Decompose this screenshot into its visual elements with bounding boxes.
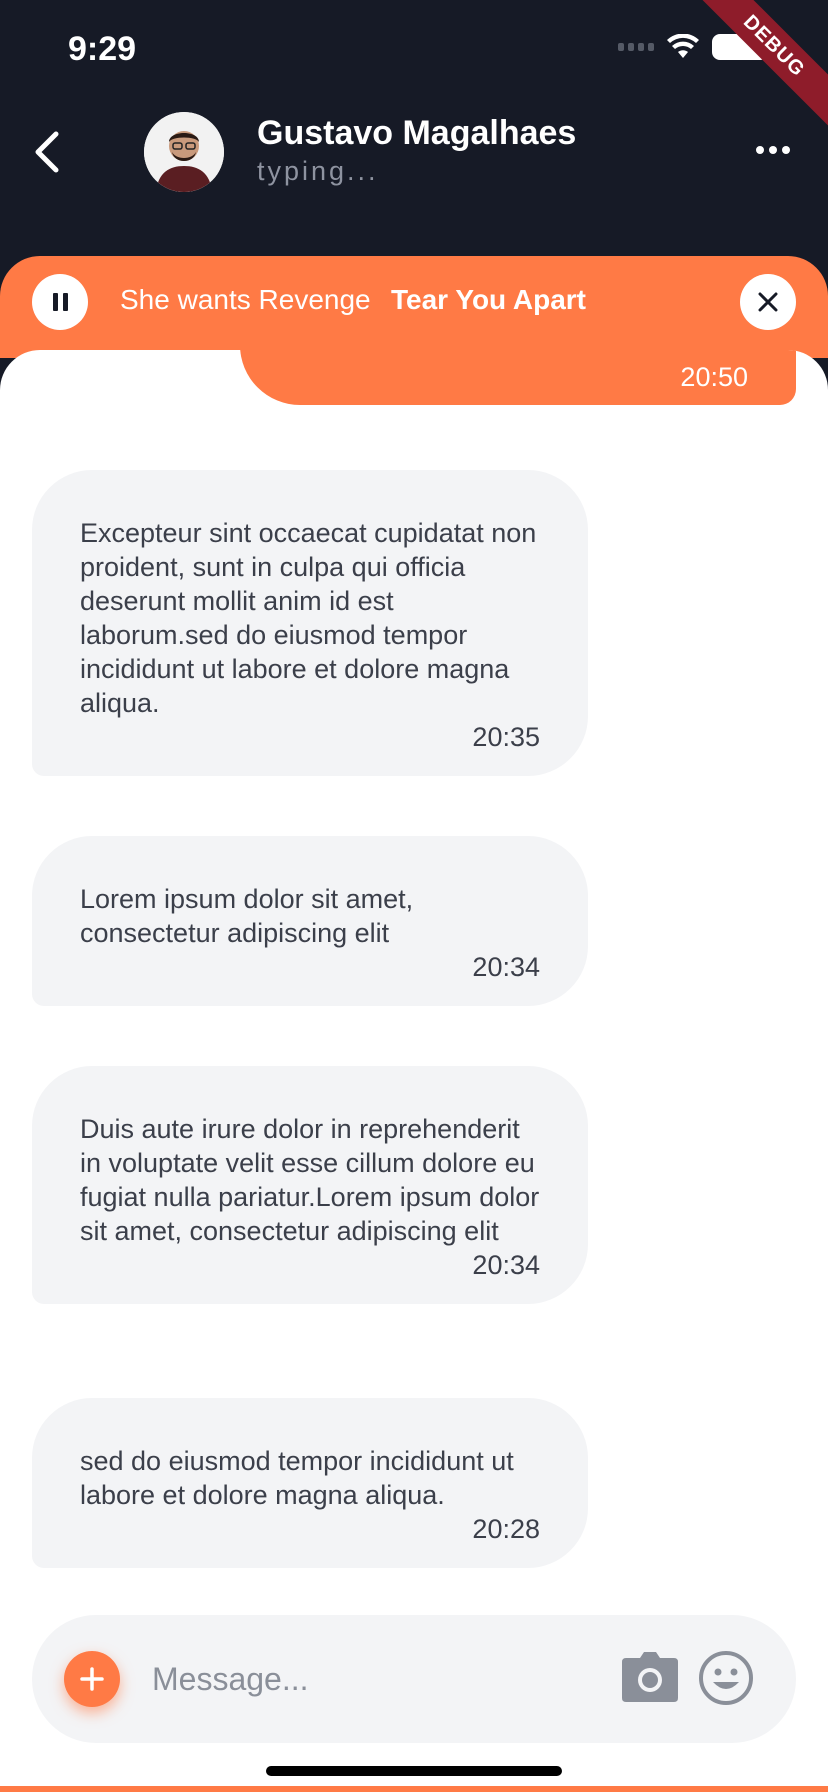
message-input[interactable] bbox=[152, 1645, 622, 1713]
pause-button[interactable] bbox=[32, 274, 88, 330]
chevron-left-icon bbox=[35, 131, 59, 173]
message-time: 20:28 bbox=[472, 1514, 540, 1544]
message-time: 20:50 bbox=[680, 362, 748, 392]
emoji-icon bbox=[699, 1651, 753, 1705]
message-list[interactable]: 20:50 Excepteur sint occaecat cupidatat … bbox=[0, 350, 828, 1792]
contact-name: Gustavo Magalhaes bbox=[257, 114, 577, 152]
message-text: Excepteur sint occaecat cupidatat non pr… bbox=[80, 518, 537, 718]
chat-header: 9:29 DEBUG Gustavo Magalhaes typing... bbox=[0, 0, 828, 270]
more-dot-icon bbox=[782, 146, 790, 154]
now-playing-bar[interactable]: She wants Revenge Tear You Apart bbox=[0, 256, 828, 358]
message-time: 20:34 bbox=[472, 952, 540, 982]
received-message-bubble[interactable]: sed do eiusmod tempor incididunt ut labo… bbox=[32, 1398, 588, 1568]
message-time: 20:35 bbox=[472, 722, 540, 752]
more-options-button[interactable] bbox=[756, 146, 790, 154]
home-indicator bbox=[266, 1766, 562, 1776]
status-time: 9:29 bbox=[68, 30, 137, 68]
pause-icon bbox=[62, 293, 68, 311]
debug-banner: DEBUG bbox=[690, 0, 828, 130]
more-dot-icon bbox=[769, 146, 777, 154]
close-player-button[interactable] bbox=[740, 274, 796, 330]
close-icon bbox=[758, 292, 778, 312]
contact-status: typing... bbox=[257, 156, 379, 186]
more-dot-icon bbox=[756, 146, 764, 154]
signal-icon bbox=[618, 43, 654, 51]
pause-icon bbox=[52, 293, 58, 311]
add-attachment-button[interactable] bbox=[64, 1651, 120, 1707]
wifi-icon bbox=[667, 34, 699, 58]
bottom-accent-bar bbox=[0, 1786, 828, 1792]
back-button[interactable] bbox=[26, 126, 66, 178]
emoji-button[interactable] bbox=[698, 1650, 754, 1706]
message-text: Duis aute irure dolor in reprehenderit i… bbox=[80, 1114, 540, 1246]
camera-icon bbox=[622, 1652, 678, 1702]
message-text: Lorem ipsum dolor sit amet, consectetur … bbox=[80, 884, 414, 948]
received-message-bubble[interactable]: Excepteur sint occaecat cupidatat non pr… bbox=[32, 470, 588, 776]
message-text: sed do eiusmod tempor incididunt ut labo… bbox=[80, 1446, 514, 1510]
plus-icon bbox=[80, 1667, 104, 1691]
sent-message-bubble[interactable]: 20:50 bbox=[240, 350, 796, 405]
message-composer bbox=[32, 1615, 796, 1743]
received-message-bubble[interactable]: Lorem ipsum dolor sit amet, consectetur … bbox=[32, 836, 588, 1006]
camera-button[interactable] bbox=[622, 1652, 678, 1702]
received-message-bubble[interactable]: Duis aute irure dolor in reprehenderit i… bbox=[32, 1066, 588, 1304]
message-time: 20:34 bbox=[472, 1250, 540, 1280]
now-playing-artist: She wants Revenge bbox=[120, 284, 371, 315]
avatar-image bbox=[144, 112, 224, 192]
avatar[interactable] bbox=[144, 112, 224, 192]
now-playing-title: Tear You Apart bbox=[391, 284, 587, 315]
